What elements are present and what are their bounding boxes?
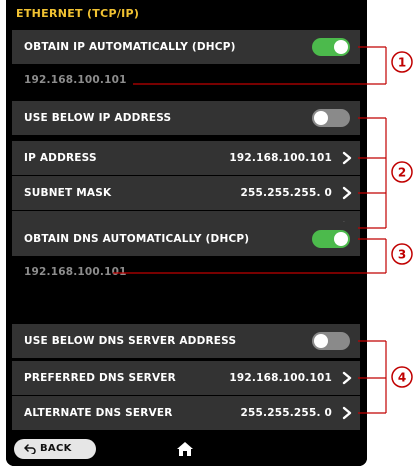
callout-4-number: 4 bbox=[398, 371, 406, 385]
callout-annotations: 1 2 3 4 bbox=[113, 46, 413, 414]
callout-3: 3 bbox=[113, 238, 413, 274]
callout-1: 1 bbox=[133, 46, 413, 85]
callout-2-number: 2 bbox=[398, 166, 406, 180]
callout-3-number: 3 bbox=[398, 248, 406, 262]
callout-2: 2 bbox=[358, 117, 413, 229]
callout-4: 4 bbox=[358, 340, 413, 414]
callout-1-number: 1 bbox=[398, 56, 406, 70]
